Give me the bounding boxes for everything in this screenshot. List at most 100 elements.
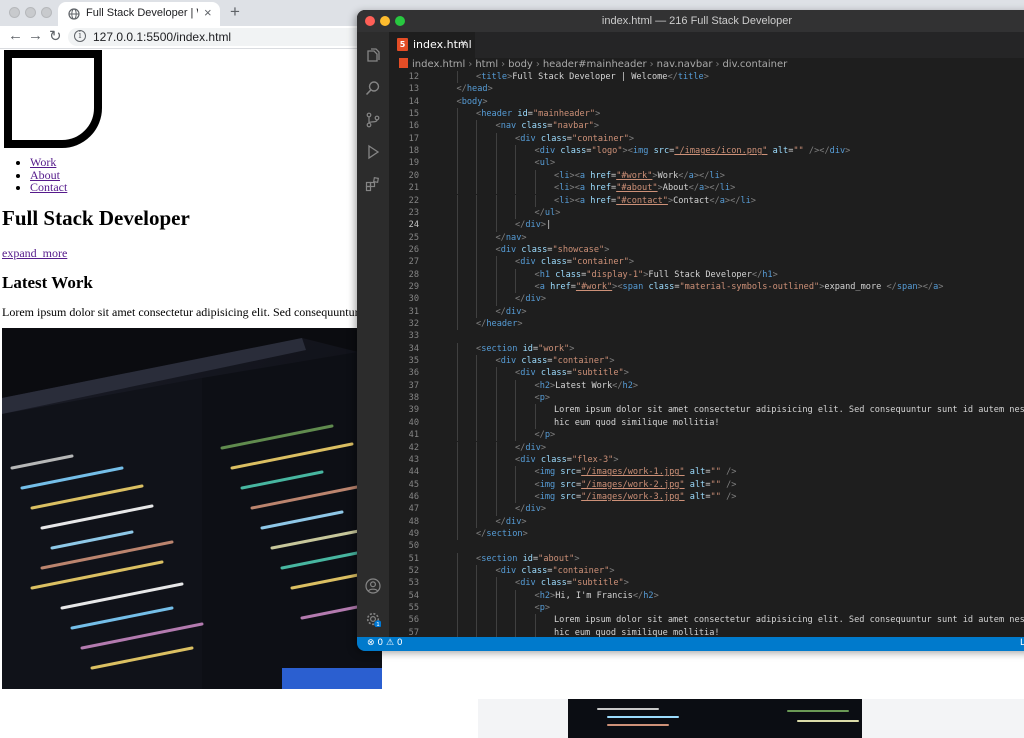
line-number: 32 xyxy=(408,319,419,329)
indent-guide xyxy=(456,268,458,281)
work-photo xyxy=(2,328,382,689)
code-line[interactable]: 55 <p> xyxy=(389,602,1024,614)
code-line[interactable]: 40 hic eum quod similique mollitia! xyxy=(389,417,1024,429)
indent-guide xyxy=(534,614,536,627)
zoom-window-button[interactable] xyxy=(41,7,52,18)
back-button[interactable]: ← xyxy=(8,27,23,44)
breadcrumb-item[interactable]: body xyxy=(508,59,533,70)
code-line[interactable]: 12 <title>Full Stack Developer | Welcome<… xyxy=(389,71,1024,83)
code-line[interactable]: 46 <img src="/images/work-3.jpg" alt="" /… xyxy=(389,491,1024,503)
nav-link-contact[interactable]: Contact xyxy=(30,180,67,194)
code-line[interactable]: 35 <div class="container"> xyxy=(389,355,1024,367)
code-line[interactable]: 27 <div class="container"> xyxy=(389,256,1024,268)
indent-guide xyxy=(456,429,458,442)
breadcrumb-item[interactable]: header#mainheader xyxy=(543,59,647,70)
code-line[interactable]: 29 <a href="#work"><span class="material-… xyxy=(389,281,1024,293)
indent-guide xyxy=(495,206,497,220)
indent-guide xyxy=(495,293,497,306)
code-line[interactable]: 13 </head> xyxy=(389,83,1024,95)
indent-guide xyxy=(456,108,458,121)
close-window-button[interactable] xyxy=(9,7,20,18)
code-line[interactable]: 34 <section id="work"> xyxy=(389,343,1024,355)
reload-button[interactable]: ↻ xyxy=(49,27,62,45)
account-icon[interactable] xyxy=(365,578,381,594)
code-line[interactable]: 47 </div> xyxy=(389,503,1024,515)
indent-guide xyxy=(476,280,477,294)
code-line[interactable]: 56 Lorem ipsum dolor sit amet consectetur… xyxy=(389,614,1024,626)
code-editor[interactable]: 12 <title>Full Stack Developer | Welcome<… xyxy=(389,71,1024,637)
site-info-icon[interactable]: i xyxy=(74,30,86,42)
code-line[interactable]: 23 </ul> xyxy=(389,207,1024,219)
indent-guide xyxy=(495,478,497,491)
code-line[interactable]: 33 xyxy=(389,330,1024,342)
code-line[interactable]: 51 <section id="about"> xyxy=(389,553,1024,565)
search-icon[interactable] xyxy=(365,80,381,96)
breadcrumb-item[interactable]: div.container xyxy=(722,59,787,70)
breadcrumb-item[interactable]: index.html xyxy=(412,59,465,70)
code-text: <li><a href="#work">Work</a></li> xyxy=(554,170,725,181)
code-line[interactable]: 24 </div>| xyxy=(389,219,1024,231)
code-line[interactable]: 26 <div class="showcase"> xyxy=(389,244,1024,256)
expand-more-link[interactable]: expand_more xyxy=(2,246,67,261)
indent-guide xyxy=(495,429,497,442)
code-line[interactable]: 36 <div class="subtitle"> xyxy=(389,367,1024,379)
new-tab-button[interactable]: + xyxy=(230,2,240,22)
code-line[interactable]: 30 </div> xyxy=(389,293,1024,305)
code-line[interactable]: 43 <div class="flex-3"> xyxy=(389,454,1024,466)
code-line[interactable]: 54 <h2>Hi, I'm Francis</h2> xyxy=(389,590,1024,602)
line-number: 34 xyxy=(408,343,419,354)
browser-tab[interactable]: Full Stack Developer | Welcome × xyxy=(58,2,220,26)
code-line[interactable]: 42 </div> xyxy=(389,442,1024,454)
breadcrumb-item[interactable]: html xyxy=(475,59,498,70)
run-debug-icon[interactable] xyxy=(365,144,381,160)
code-line[interactable]: 38 <p> xyxy=(389,392,1024,404)
code-line[interactable]: 20 <li><a href="#work">Work</a></li> xyxy=(389,170,1024,182)
problems-status[interactable]: ⊗ 0 ⚠ 0 xyxy=(367,638,403,648)
minimize-window-button[interactable] xyxy=(25,7,36,18)
line-number: 21 xyxy=(408,183,419,194)
source-control-icon[interactable] xyxy=(365,112,381,128)
code-line[interactable]: 19 <ul> xyxy=(389,157,1024,169)
cursor-position-status[interactable]: L xyxy=(1020,638,1024,648)
line-number: 44 xyxy=(408,467,419,478)
code-line[interactable]: 50 xyxy=(389,540,1024,552)
code-line[interactable]: 18 <div class="logo"><img src="/images/ic… xyxy=(389,145,1024,157)
indent-guide xyxy=(456,515,458,528)
indent-guide xyxy=(456,219,458,232)
explorer-icon[interactable] xyxy=(365,48,381,64)
code-line[interactable]: 32 </header> xyxy=(389,318,1024,330)
code-line[interactable]: 49 </section> xyxy=(389,528,1024,540)
close-tab-icon[interactable]: × xyxy=(460,36,467,50)
code-line[interactable]: 52 <div class="container"> xyxy=(389,565,1024,577)
indent-guide xyxy=(534,194,536,207)
code-line[interactable]: 22 <li><a href="#contact">Contact</a></li… xyxy=(389,195,1024,207)
indent-guide xyxy=(476,132,477,146)
code-line[interactable]: 37 <h2>Latest Work</h2> xyxy=(389,380,1024,392)
code-line[interactable]: 45 <img src="/images/work-2.jpg" alt="" /… xyxy=(389,479,1024,491)
tab-index-html[interactable]: 5 index.html × xyxy=(389,32,475,58)
address-bar[interactable]: i 127.0.0.1:5500/index.html xyxy=(68,28,368,46)
code-line[interactable]: 16 <nav class="navbar"> xyxy=(389,120,1024,132)
code-line[interactable]: 57 hic eum quod similique mollitia! xyxy=(389,627,1024,637)
code-line[interactable]: 31 </div> xyxy=(389,306,1024,318)
code-text: <li><a href="#contact">Contact</a></li> xyxy=(554,195,756,206)
code-line[interactable]: 44 <img src="/images/work-1.jpg" alt="" /… xyxy=(389,466,1024,478)
code-line[interactable]: 25 </nav> xyxy=(389,232,1024,244)
url-text[interactable]: 127.0.0.1:5500/index.html xyxy=(93,30,231,44)
code-text: <ul> xyxy=(534,158,556,169)
forward-button[interactable]: → xyxy=(28,27,43,44)
code-line[interactable]: 48 </div> xyxy=(389,516,1024,528)
code-line[interactable]: 53 <div class="subtitle"> xyxy=(389,577,1024,589)
code-line[interactable]: 39 Lorem ipsum dolor sit amet consectetur… xyxy=(389,404,1024,416)
settings-gear-icon[interactable]: 1 xyxy=(365,611,381,627)
code-line[interactable]: 41 </p> xyxy=(389,429,1024,441)
code-line[interactable]: 17 <div class="container"> xyxy=(389,133,1024,145)
code-line[interactable]: 21 <li><a href="#about">About</a></li> xyxy=(389,182,1024,194)
code-line[interactable]: 15 <header id="mainheader"> xyxy=(389,108,1024,120)
indent-guide xyxy=(456,318,458,331)
code-line[interactable]: 14 <body> xyxy=(389,96,1024,108)
extensions-icon[interactable] xyxy=(365,176,381,192)
close-tab-icon[interactable]: × xyxy=(204,5,212,20)
code-line[interactable]: 28 <h1 class="display-1">Full Stack Devel… xyxy=(389,269,1024,281)
breadcrumb-item[interactable]: nav.navbar xyxy=(657,59,713,70)
